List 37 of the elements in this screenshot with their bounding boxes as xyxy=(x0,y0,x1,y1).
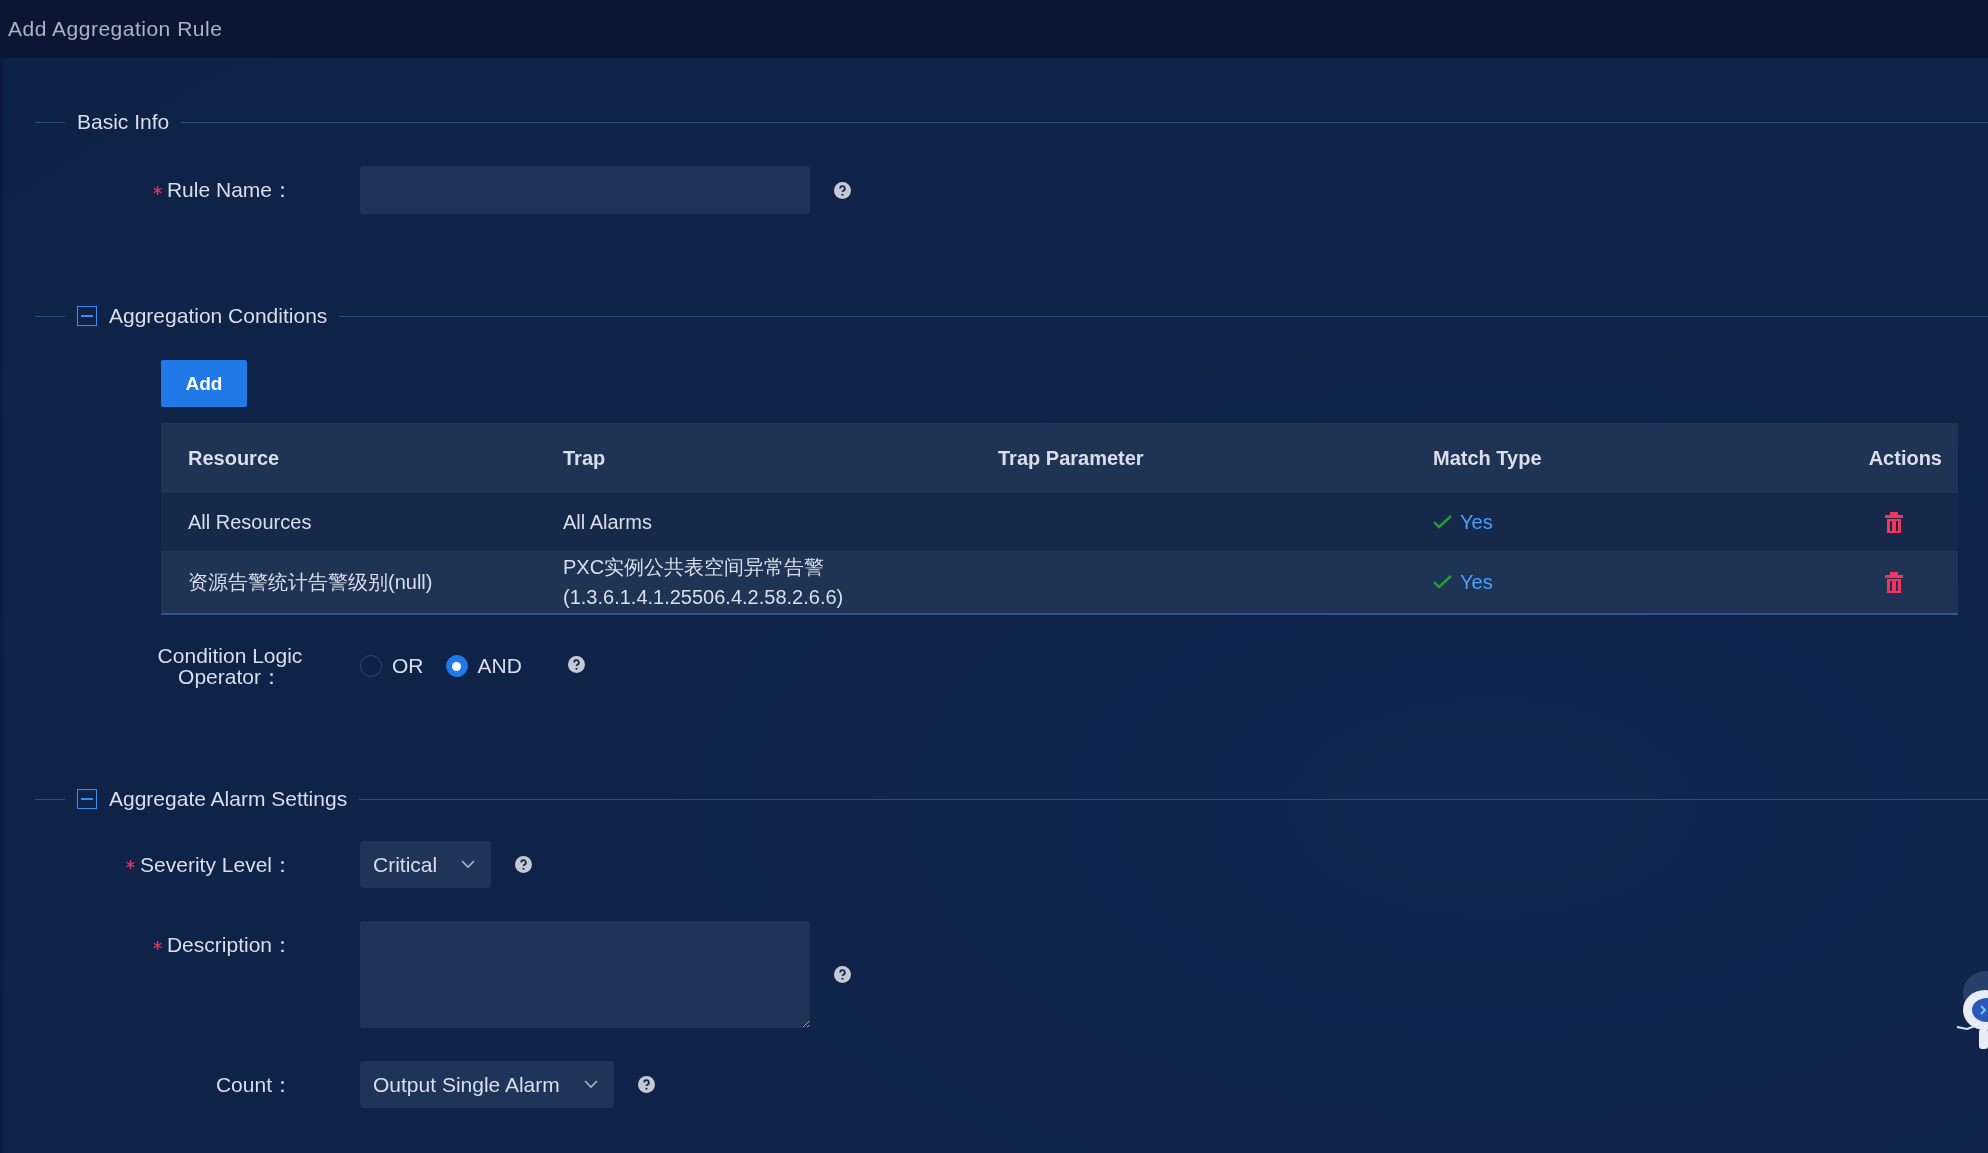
page-title: Add Aggregation Rule xyxy=(8,17,223,41)
field-label: Condition Logic Operator： xyxy=(156,645,304,687)
table-cell-text: 资源告警统计告警级别(null) xyxy=(187,569,434,595)
radio-option[interactable]: AND xyxy=(445,654,522,678)
section-title: Aggregate Alarm Settings xyxy=(109,787,348,811)
radio-option[interactable]: OR xyxy=(360,654,424,678)
dropdown[interactable]: Output Single Alarm xyxy=(360,1061,614,1108)
help-icon[interactable] xyxy=(834,966,851,983)
table-cell-text: PXC实例公共表空间异常告警 xyxy=(563,555,826,580)
table-cell-text: All Alarms xyxy=(563,510,653,535)
help-icon[interactable] xyxy=(834,181,851,199)
match-type-text: Yes xyxy=(1460,510,1493,534)
chevron-down-icon xyxy=(583,1080,598,1089)
column-header: Resource xyxy=(187,446,281,470)
field-label: Description： xyxy=(166,932,293,958)
trash-icon[interactable] xyxy=(1885,571,1903,593)
check-icon xyxy=(1433,515,1452,529)
field-label: Rule Name： xyxy=(166,177,293,203)
column-header: Match Type xyxy=(1432,446,1543,470)
table-cell-text: (1.3.6.1.4.1.25506.4.2.58.2.6.6) xyxy=(563,585,845,610)
dropdown[interactable]: Critical xyxy=(360,841,492,888)
table-cell-text: All Resources xyxy=(187,510,313,534)
trash-icon[interactable] xyxy=(1885,511,1903,533)
column-header: Trap Parameter xyxy=(997,446,1145,470)
section-title: Basic Info xyxy=(77,110,170,134)
chevron-down-icon xyxy=(461,860,476,869)
field-label: Severity Level： xyxy=(140,851,293,878)
column-header: Trap xyxy=(562,446,607,470)
match-type-text: Yes xyxy=(1460,570,1493,594)
field-label: Count： xyxy=(215,1071,293,1098)
help-icon[interactable] xyxy=(567,655,585,673)
column-header: Actions xyxy=(1867,446,1943,470)
section-title: Aggregation Conditions xyxy=(109,304,328,328)
check-icon xyxy=(1433,575,1452,589)
add-button[interactable]: Add xyxy=(161,360,247,407)
help-icon[interactable] xyxy=(637,1076,655,1093)
help-icon[interactable] xyxy=(515,856,533,873)
